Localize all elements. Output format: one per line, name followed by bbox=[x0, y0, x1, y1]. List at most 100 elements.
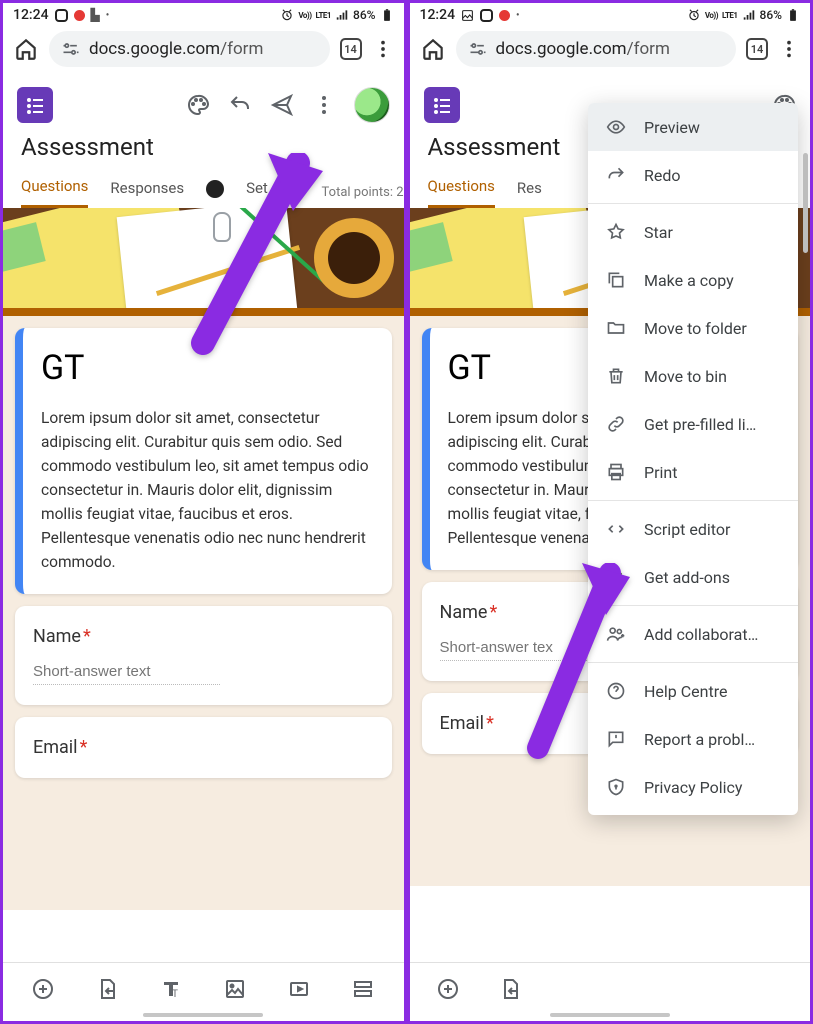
gallery-notif-icon bbox=[461, 9, 474, 22]
required-asterisk: * bbox=[83, 626, 91, 647]
required-asterisk: * bbox=[80, 737, 88, 758]
redo-icon bbox=[606, 165, 626, 185]
browser-menu-icon[interactable] bbox=[372, 38, 394, 60]
import-questions-icon[interactable] bbox=[95, 977, 119, 1001]
menu-script[interactable]: Script editor bbox=[588, 505, 798, 553]
tab-count-value: 14 bbox=[751, 43, 764, 56]
q1-label: Name bbox=[440, 602, 488, 623]
record-icon bbox=[499, 10, 510, 21]
folder-icon bbox=[606, 318, 626, 338]
browser-toolbar: docs.google.com/form 14 bbox=[410, 25, 811, 77]
menu-label: Print bbox=[644, 463, 677, 482]
svg-text:T: T bbox=[172, 989, 178, 1000]
tab-count-value: 14 bbox=[344, 43, 357, 56]
home-icon[interactable] bbox=[420, 36, 446, 62]
home-icon[interactable] bbox=[13, 36, 39, 62]
screenshot-right: 12:24 • Vo)) LTE1 86% docs.google.com/fo… bbox=[404, 3, 811, 1021]
tab-responses[interactable]: Responses bbox=[110, 171, 184, 207]
status-time: 12:24 bbox=[13, 7, 49, 23]
eye-icon bbox=[606, 117, 626, 137]
app-notif-icon: ▙ bbox=[91, 8, 100, 22]
instagram-icon bbox=[55, 9, 68, 22]
required-asterisk: * bbox=[489, 602, 497, 623]
form-body: GT Lorem ipsum dolor sit amet, consectet… bbox=[3, 308, 404, 910]
question-card-email[interactable]: Email* bbox=[15, 717, 392, 778]
url-bar[interactable]: docs.google.com/form bbox=[49, 31, 330, 67]
status-bar: 12:24 • Vo)) LTE1 86% bbox=[410, 3, 811, 25]
add-section-icon[interactable] bbox=[351, 977, 375, 1001]
screenshot-left: 12:24 ▙ • Vo)) LTE1 86% docs.google.com/… bbox=[3, 3, 404, 1021]
avatar[interactable] bbox=[354, 87, 390, 123]
lte-icon: LTE1 bbox=[316, 11, 332, 20]
menu-label: Help Centre bbox=[644, 682, 727, 701]
app-toolbar bbox=[3, 77, 404, 133]
signal-icon bbox=[742, 8, 756, 22]
forms-logo-icon[interactable] bbox=[17, 87, 53, 123]
undo-icon[interactable] bbox=[228, 93, 252, 117]
tabs-button[interactable]: 14 bbox=[340, 38, 362, 60]
menu-label: Move to folder bbox=[644, 319, 747, 338]
menu-label: Privacy Policy bbox=[644, 778, 743, 797]
print-icon bbox=[606, 462, 626, 482]
record-icon bbox=[74, 10, 85, 21]
copy-icon bbox=[606, 270, 626, 290]
send-icon[interactable] bbox=[270, 93, 294, 117]
tab-questions[interactable]: Questions bbox=[428, 169, 495, 208]
add-question-icon[interactable] bbox=[436, 977, 460, 1001]
tab-questions[interactable]: Questions bbox=[21, 169, 88, 208]
menu-preview[interactable]: Preview bbox=[588, 103, 798, 151]
link-icon bbox=[606, 414, 626, 434]
annotation-arrow bbox=[183, 153, 323, 377]
tabs-button[interactable]: 14 bbox=[746, 38, 768, 60]
browser-menu-icon[interactable] bbox=[778, 38, 800, 60]
volte-icon: Vo)) bbox=[298, 11, 311, 20]
star-icon bbox=[606, 222, 626, 242]
menu-label: Script editor bbox=[644, 520, 730, 539]
total-points: Total points: 2 bbox=[322, 185, 404, 200]
lte-icon: LTE1 bbox=[722, 11, 738, 20]
url-bar[interactable]: docs.google.com/form bbox=[456, 31, 737, 67]
site-settings-icon bbox=[468, 39, 488, 59]
menu-redo[interactable]: Redo bbox=[588, 151, 798, 199]
browser-toolbar: docs.google.com/form 14 bbox=[3, 25, 404, 77]
menu-move[interactable]: Move to folder bbox=[588, 304, 798, 352]
form-header-desc[interactable]: Lorem ipsum dolor sit amet, consectetur … bbox=[41, 406, 374, 574]
annotation-arrow bbox=[520, 563, 630, 777]
forms-logo-icon[interactable] bbox=[424, 87, 460, 123]
scrollbar-thumb[interactable] bbox=[803, 153, 808, 253]
menu-copy[interactable]: Make a copy bbox=[588, 256, 798, 304]
menu-label: Move to bin bbox=[644, 367, 727, 386]
site-settings-icon bbox=[61, 39, 81, 59]
tab-responses[interactable]: Res bbox=[517, 171, 542, 207]
required-asterisk: * bbox=[486, 713, 494, 734]
battery-icon bbox=[380, 8, 394, 22]
more-icon[interactable] bbox=[312, 93, 336, 117]
status-time: 12:24 bbox=[420, 7, 456, 23]
more-notif-icon: • bbox=[516, 10, 520, 21]
more-notif-icon: • bbox=[106, 10, 110, 21]
menu-star[interactable]: Star bbox=[588, 208, 798, 256]
menu-bin[interactable]: Move to bin bbox=[588, 352, 798, 400]
add-image-icon[interactable] bbox=[223, 977, 247, 1001]
battery-icon bbox=[786, 8, 800, 22]
url-path: /form bbox=[627, 39, 670, 59]
menu-print[interactable]: Print bbox=[588, 448, 798, 496]
nav-gesture-bar bbox=[143, 1013, 263, 1017]
import-questions-icon[interactable] bbox=[498, 977, 522, 1001]
question-card-name[interactable]: Name* bbox=[15, 606, 392, 705]
add-video-icon[interactable] bbox=[287, 977, 311, 1001]
add-title-icon[interactable]: T bbox=[159, 977, 183, 1001]
q2-label: Email bbox=[440, 713, 485, 734]
add-question-icon[interactable] bbox=[31, 977, 55, 1001]
status-bar: 12:24 ▙ • Vo)) LTE1 86% bbox=[3, 3, 404, 25]
q1-input[interactable] bbox=[33, 659, 220, 685]
url-domain: docs.google.com bbox=[496, 39, 627, 59]
menu-prefill[interactable]: Get pre-filled li… bbox=[588, 400, 798, 448]
privacy-icon bbox=[606, 777, 626, 797]
battery-pct: 86% bbox=[760, 8, 782, 22]
trash-icon bbox=[606, 366, 626, 386]
palette-icon[interactable] bbox=[186, 93, 210, 117]
instagram-icon bbox=[480, 9, 493, 22]
q2-label: Email bbox=[33, 737, 78, 758]
menu-label: Report a probl… bbox=[644, 730, 755, 749]
